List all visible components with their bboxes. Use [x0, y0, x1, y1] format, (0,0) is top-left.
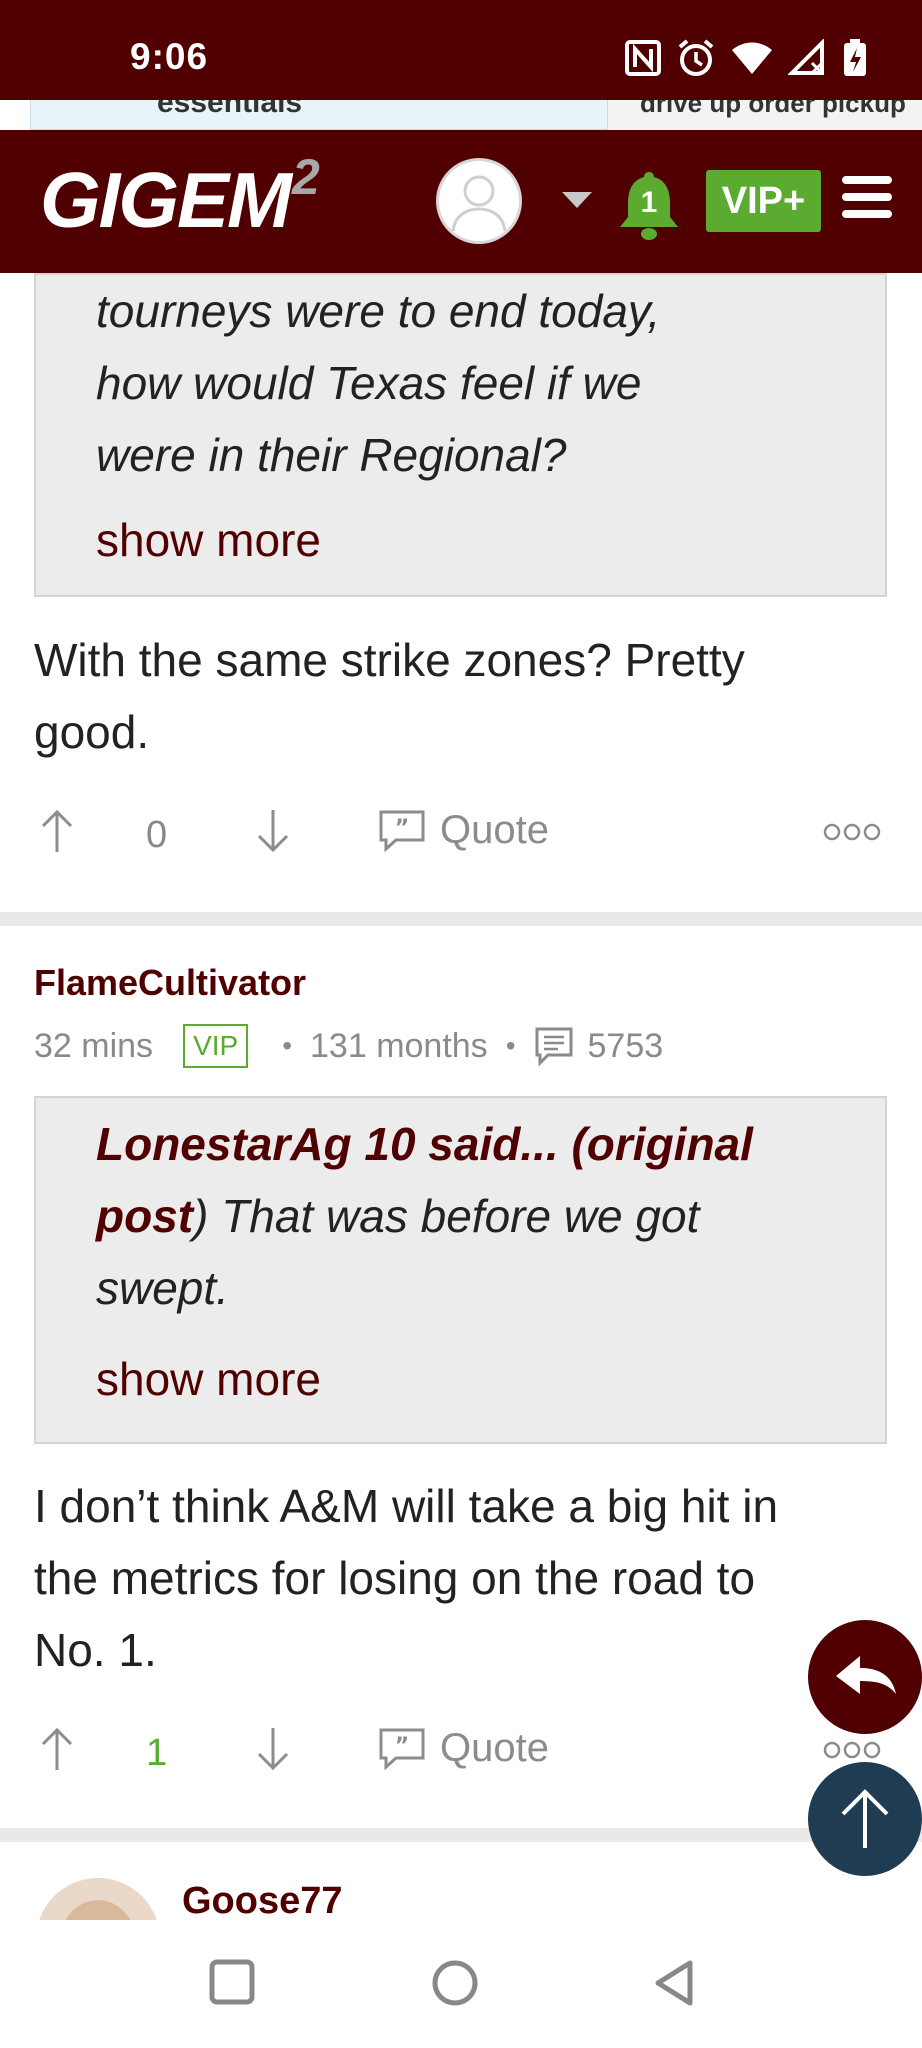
more-options-icon[interactable] — [822, 822, 882, 842]
wifi-icon — [732, 42, 772, 74]
post-author[interactable]: Goose77 — [182, 1880, 343, 1923]
post-meta: 32 mins VIP • 131 months • 5753 — [34, 1024, 663, 1068]
post-count-icon — [535, 1027, 572, 1066]
ad-left-panel[interactable]: essentials — [30, 100, 608, 130]
separator-dot: • — [505, 1030, 516, 1061]
user-avatar-button[interactable] — [436, 158, 522, 244]
svg-text:”: ” — [395, 1734, 409, 1759]
upvote-arrow-icon[interactable] — [40, 1726, 74, 1772]
post-author[interactable]: FlameCultivator — [34, 962, 306, 1004]
vip-badge: VIP — [183, 1024, 249, 1068]
quote-line: swept. — [96, 1262, 229, 1314]
quote-button[interactable]: ” Quote — [378, 1726, 549, 1771]
post-line: No. 1. — [34, 1624, 157, 1676]
hamburger-menu-icon[interactable] — [842, 176, 892, 222]
vip-plus-button[interactable]: VIP+ — [706, 170, 821, 232]
notification-count: 1 — [640, 186, 658, 219]
home-icon[interactable] — [430, 1958, 480, 2008]
post-divider — [0, 912, 922, 926]
post-line: I don’t think A&M will take a big hit in — [34, 1480, 779, 1532]
arrow-up-icon — [841, 1789, 889, 1848]
post-body: With the same strike zones? Pretty good. — [34, 624, 874, 768]
system-navigation-bar — [0, 1920, 922, 2048]
quote-icon: ” — [379, 1728, 425, 1770]
quote-text-part: ) That was before we got — [193, 1190, 700, 1242]
post-line: good. — [34, 706, 150, 758]
vote-count: 1 — [146, 1732, 168, 1774]
post-actions: 1 ” Quote — [0, 1726, 922, 1786]
ad-right-text: drive up order pickup — [640, 100, 906, 118]
quote-label: Quote — [440, 1726, 549, 1770]
svg-text:”: ” — [395, 816, 409, 841]
post-divider — [0, 1828, 922, 1842]
quote-line: how would Texas feel if we — [96, 357, 642, 409]
status-bar: 9:06 — [0, 0, 922, 100]
show-more-link[interactable]: show more — [96, 1352, 321, 1406]
quote-text: LonestarAg 10 said... (original post) Th… — [96, 1108, 856, 1324]
quote-line: tourneys were to end today, — [96, 285, 661, 337]
chevron-down-icon[interactable] — [562, 192, 592, 208]
quote-block: LonestarAg 10 said... (original post) Th… — [34, 1096, 887, 1444]
quote-author-post-link[interactable]: post — [96, 1190, 193, 1242]
scroll-to-top-button[interactable] — [808, 1762, 922, 1876]
alarm-icon — [678, 39, 714, 76]
reply-fab-button[interactable] — [808, 1620, 922, 1734]
logo-superscript: 2 — [292, 149, 320, 205]
site-header: GIGEM2 1 VIP+ — [0, 130, 922, 273]
ad-right-panel[interactable]: drive up order pickup — [608, 100, 922, 130]
post-line: With the same strike zones? Pretty — [34, 634, 745, 686]
downvote-arrow-icon[interactable] — [256, 1726, 290, 1772]
quote-text: tourneys were to end today, how would Te… — [96, 275, 660, 491]
reply-arrow-icon — [836, 1656, 896, 1694]
logo-text: GIGEM — [40, 156, 292, 244]
post-body: I don’t think A&M will take a big hit in… — [34, 1470, 874, 1686]
member-tenure: 131 months — [310, 1026, 488, 1065]
post-time: 32 mins — [34, 1026, 154, 1065]
quote-line: were in their Regional? — [96, 429, 567, 481]
quote-author[interactable]: LonestarAg 10 said... (original — [96, 1118, 753, 1170]
vote-count: 0 — [146, 814, 168, 856]
ad-banner[interactable]: essentials drive up order pickup — [0, 100, 922, 130]
quote-icon: ” — [379, 810, 425, 852]
recent-apps-icon[interactable] — [208, 1958, 256, 2006]
downvote-arrow-icon[interactable] — [256, 808, 290, 854]
back-icon[interactable] — [650, 1958, 698, 2008]
separator-dot: • — [282, 1030, 293, 1061]
upvote-arrow-icon[interactable] — [40, 808, 74, 854]
post-actions: 0 ” Quote — [0, 808, 922, 868]
battery-charging-icon — [844, 39, 866, 76]
nfc-icon — [625, 40, 661, 76]
more-options-icon[interactable] — [822, 1740, 882, 1760]
site-logo[interactable]: GIGEM2 — [40, 152, 320, 239]
show-more-link[interactable]: show more — [96, 513, 321, 567]
notifications-button[interactable]: 1 — [614, 168, 684, 240]
user-icon — [451, 175, 507, 232]
status-time: 9:06 — [130, 36, 209, 77]
quote-block: tourneys were to end today, how would Te… — [34, 273, 887, 597]
status-icons — [624, 38, 868, 78]
signal-icon — [788, 39, 824, 75]
quote-label: Quote — [440, 808, 549, 852]
quote-button[interactable]: ” Quote — [378, 808, 549, 853]
ad-left-text: essentials — [157, 100, 303, 119]
post-line: the metrics for losing on the road to — [34, 1552, 756, 1604]
post-count: 5753 — [587, 1026, 664, 1065]
